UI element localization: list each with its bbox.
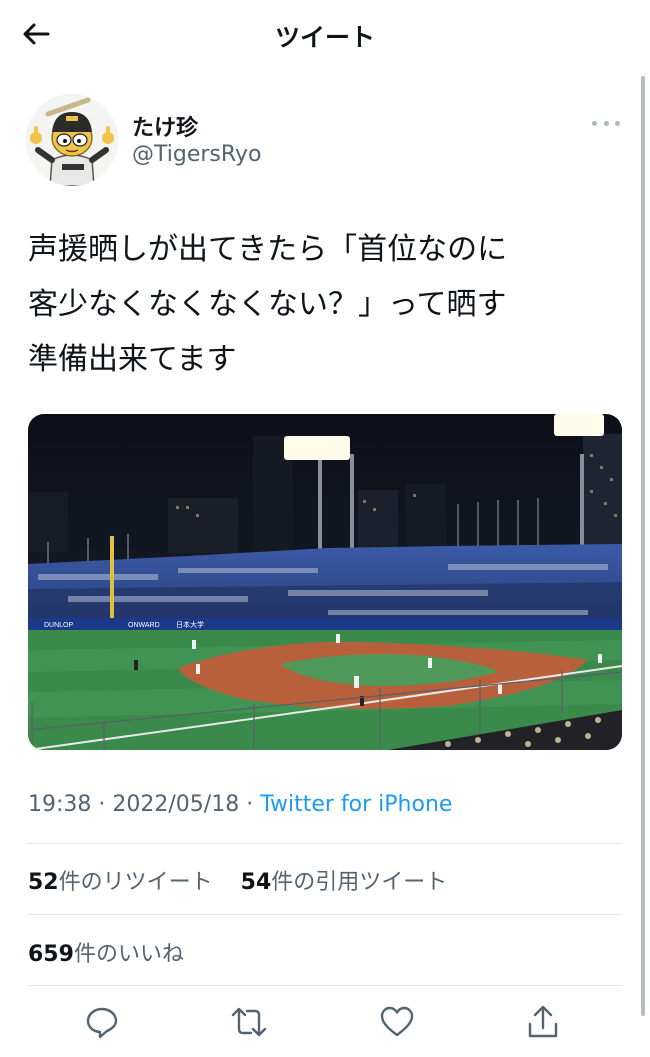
meta-separator: ·: [91, 792, 113, 817]
page-title: ツイート: [274, 23, 375, 52]
retweets-stat[interactable]: 52件のリツイート: [28, 870, 213, 895]
tweet-text: 声援晒しが出てきたら「首位なのに 客少なくなくなくない？」って晒す 準備出来てま…: [28, 232, 508, 377]
svg-text:DUNLOP: DUNLOP: [44, 622, 74, 629]
quotes-stat[interactable]: 54件の引用ツイート: [241, 870, 448, 895]
svg-text:日本大学: 日本大学: [176, 620, 204, 629]
divider: [28, 914, 622, 915]
quotes-count: 54: [240, 870, 272, 895]
tweet-meta: 19:38 · 2022/05/18 · Twitter for iPhone: [28, 792, 452, 817]
tweet-actions: [0, 1002, 650, 1046]
tweet-date: 2022/05/18: [112, 792, 240, 817]
reply-button[interactable]: [82, 1002, 122, 1042]
tweet-time: 19:38: [28, 792, 92, 817]
quotes-label: 件の引用ツイート: [271, 870, 448, 895]
retweet-icon: [231, 1007, 267, 1037]
more-dots-icon[interactable]: [592, 116, 620, 130]
baseball-stadium-photo: DUNLOP ONWARD 日本大学: [28, 414, 622, 750]
tweet-source-link[interactable]: Twitter for iPhone: [260, 792, 452, 817]
share-button[interactable]: [523, 1002, 563, 1042]
top-bar: ツイート: [0, 0, 650, 70]
reply-icon: [86, 1007, 118, 1039]
likes-stat[interactable]: 659件のいいね: [28, 936, 184, 968]
retweets-label: 件のリツイート: [58, 870, 213, 895]
avatar[interactable]: [26, 94, 118, 186]
display-name[interactable]: たけ珍: [132, 110, 198, 142]
retweet-button[interactable]: [229, 1002, 269, 1042]
likes-count: 659: [28, 942, 74, 967]
svg-text:ONWARD: ONWARD: [128, 622, 160, 629]
scrollbar[interactable]: [641, 76, 645, 1016]
user-handle[interactable]: @TigersRyo: [132, 142, 261, 167]
divider: [28, 843, 622, 844]
likes-label: 件のいいね: [73, 942, 184, 967]
divider: [28, 985, 622, 986]
tweet-photo[interactable]: DUNLOP ONWARD 日本大学: [28, 414, 622, 750]
heart-icon: [380, 1006, 414, 1037]
share-icon: [528, 1005, 558, 1038]
retweets-count: 52: [28, 870, 59, 895]
engagement-stats: 52件のリツイート 54件の引用ツイート: [28, 864, 447, 896]
avatar-icon: [26, 94, 118, 186]
meta-separator: ·: [239, 792, 261, 817]
like-button[interactable]: [377, 1002, 417, 1042]
